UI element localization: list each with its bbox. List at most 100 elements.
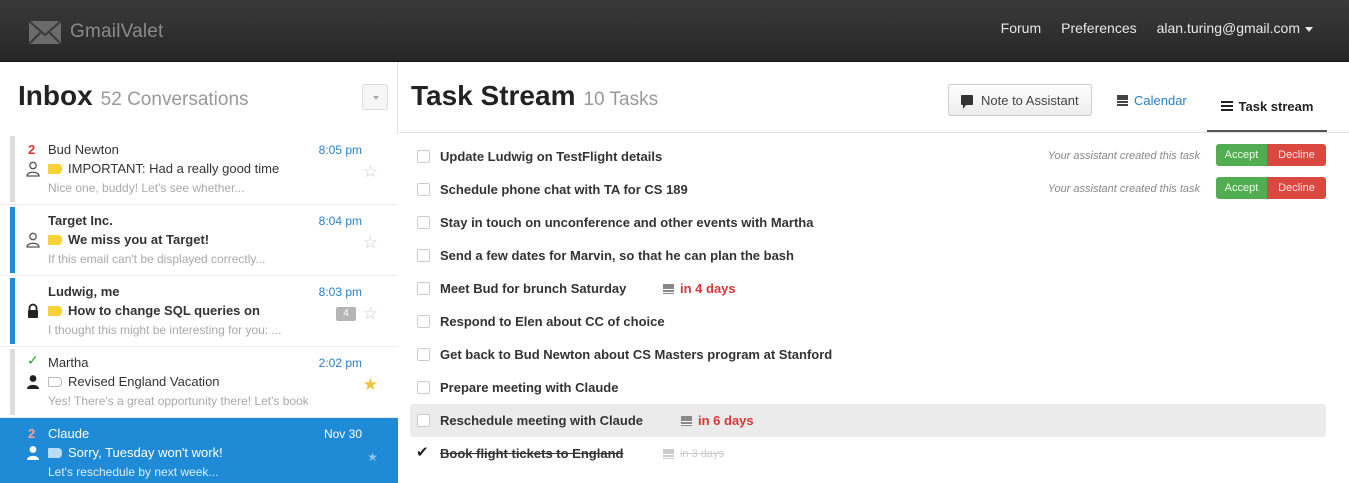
task-stream-panel: Task Stream 10 Tasks Note to Assistant C… — [399, 62, 1349, 483]
nav-forum-link[interactable]: Forum — [1001, 20, 1041, 36]
accept-button[interactable]: Accept — [1216, 144, 1267, 166]
conversation-item-selected[interactable]: 2 Claude Nov 30 Sorry, Tuesday won't wor… — [0, 418, 398, 483]
task-item[interactable]: Meet Bud for brunch Saturday in 4 days — [410, 272, 1326, 305]
person-outline-icon — [26, 161, 40, 177]
account-email: alan.turing@gmail.com — [1156, 20, 1300, 36]
tag-icon — [48, 306, 62, 316]
checkbox-icon[interactable] — [417, 150, 430, 163]
conversation-sender: Martha — [48, 355, 89, 370]
conversation-sender: Bud Newton — [48, 142, 119, 157]
list-icon — [1220, 101, 1233, 111]
task-title: Task Stream — [411, 80, 576, 111]
checkbox-icon[interactable] — [417, 348, 430, 361]
checkbox-icon[interactable] — [417, 216, 430, 229]
assistant-created-note: Your assistant created this task — [1047, 150, 1200, 162]
conversation-time: 8:05 pm — [318, 143, 362, 157]
conversation-subject: Sorry, Tuesday won't work! — [68, 445, 223, 460]
conversation-bar — [10, 349, 15, 415]
conversation-item[interactable]: 2 Bud Newton 8:05 pm IMPORTANT: Had a re… — [0, 134, 398, 205]
inbox-title: Inbox — [18, 80, 93, 111]
conversation-sender: Ludwig, me — [48, 284, 120, 299]
task-count: 10 Tasks — [583, 89, 659, 110]
tag-icon — [48, 448, 62, 458]
calendar-icon — [1117, 95, 1128, 106]
calendar-link-label: Calendar — [1134, 93, 1187, 108]
task-label: Reschedule meeting with Claude — [440, 413, 643, 428]
task-label: Stay in touch on unconference and other … — [440, 215, 814, 230]
task-item[interactable]: Get back to Bud Newton about CS Masters … — [410, 338, 1326, 371]
conversation-time: Nov 30 — [323, 427, 362, 441]
due-date: in 3 days — [663, 448, 724, 460]
task-item[interactable]: Send a few dates for Marvin, so that he … — [410, 239, 1326, 272]
accept-button[interactable]: Accept — [1216, 177, 1267, 199]
message-count: 2 — [28, 142, 36, 157]
conversation-item[interactable]: Ludwig, me 8:03 pm How to change SQL que… — [0, 276, 398, 347]
lock-icon — [28, 303, 38, 318]
task-label: Send a few dates for Marvin, so that he … — [440, 248, 794, 263]
conversation-item[interactable]: Target Inc. 8:04 pm We miss you at Targe… — [0, 205, 398, 276]
nav-preferences-link[interactable]: Preferences — [1061, 20, 1136, 36]
task-label: Prepare meeting with Claude — [440, 380, 619, 395]
conversation-subject: Revised England Vacation — [68, 374, 220, 389]
brand[interactable]: GmailValet — [28, 17, 164, 47]
check-icon: ✓ — [27, 352, 39, 368]
task-item[interactable]: Stay in touch on unconference and other … — [410, 206, 1326, 239]
star-icon[interactable]: ☆ — [363, 233, 378, 253]
envelope-logo-icon — [28, 20, 62, 45]
conversation-snippet: Nice one, buddy! Let's see whether... — [48, 181, 245, 195]
checkbox-icon[interactable] — [417, 414, 430, 427]
header-divider — [399, 132, 1349, 133]
task-stream-tab[interactable]: Task stream — [1207, 82, 1327, 132]
task-item-highlighted[interactable]: Reschedule meeting with Claude in 6 days — [410, 404, 1326, 437]
task-item[interactable]: Prepare meeting with Claude — [410, 371, 1326, 404]
calendar-icon — [663, 449, 674, 459]
star-icon[interactable]: ★ — [367, 450, 378, 464]
note-to-assistant-button[interactable]: Note to Assistant — [948, 84, 1092, 116]
conversation-subject: IMPORTANT: Had a really good time — [68, 161, 280, 176]
conversation-bar — [10, 278, 15, 344]
task-label: Schedule phone chat with TA for CS 189 — [440, 182, 688, 197]
star-icon[interactable]: ☆ — [363, 304, 378, 324]
task-item[interactable]: Respond to Elen about CC of choice — [410, 305, 1326, 338]
task-item[interactable]: Update Ludwig on TestFlight details Your… — [410, 140, 1326, 173]
due-label: in 6 days — [698, 413, 754, 428]
calendar-link[interactable]: Calendar — [1117, 93, 1187, 108]
person-icon — [27, 446, 39, 460]
due-date: in 6 days — [681, 413, 754, 428]
speech-bubble-icon — [961, 95, 973, 109]
message-count: 2 — [28, 426, 36, 441]
star-icon[interactable]: ☆ — [363, 162, 378, 182]
calendar-icon — [663, 283, 674, 294]
top-nav: Forum Preferences alan.turing@gmail.com — [1001, 20, 1313, 36]
checkbox-icon[interactable] — [417, 183, 430, 196]
inbox-header: Inbox 52 Conversations — [18, 80, 249, 112]
account-menu[interactable]: alan.turing@gmail.com — [1157, 20, 1313, 36]
task-item-completed[interactable]: ✔ Book flight tickets to England in 3 da… — [410, 437, 1326, 470]
task-label: Get back to Bud Newton about CS Masters … — [440, 347, 833, 362]
conversation-time: 2:02 pm — [318, 356, 362, 370]
checkbox-icon[interactable] — [417, 381, 430, 394]
tag-icon — [48, 377, 62, 387]
caret-down-icon — [1305, 26, 1313, 32]
caret-down-icon — [373, 96, 379, 100]
checkbox-icon[interactable] — [417, 249, 430, 262]
conversation-snippet: I thought this might be interesting for … — [48, 323, 282, 337]
conversation-snippet: Yes! There's a great opportunity there! … — [48, 394, 308, 408]
checkbox-icon[interactable] — [417, 315, 430, 328]
check-icon[interactable]: ✔ — [416, 443, 429, 461]
person-icon — [27, 375, 39, 389]
due-label: in 3 days — [680, 448, 725, 460]
due-date: in 4 days — [663, 281, 736, 296]
star-filled-icon[interactable]: ★ — [363, 375, 378, 395]
conversation-bar — [10, 420, 15, 483]
conversation-list: 2 Bud Newton 8:05 pm IMPORTANT: Had a re… — [0, 134, 398, 483]
inbox-dropdown-button[interactable] — [362, 84, 388, 110]
decline-button[interactable]: Decline — [1267, 144, 1326, 166]
task-item[interactable]: Schedule phone chat with TA for CS 189 Y… — [410, 173, 1326, 206]
decline-button[interactable]: Decline — [1267, 177, 1326, 199]
conversation-sender: Claude — [48, 426, 90, 441]
checkbox-icon[interactable] — [417, 282, 430, 295]
conversation-snippet: If this email can't be displayed correct… — [48, 252, 266, 266]
due-label: in 4 days — [680, 281, 736, 296]
conversation-item[interactable]: ✓ Martha 2:02 pm Revised England Vacatio… — [0, 347, 398, 418]
